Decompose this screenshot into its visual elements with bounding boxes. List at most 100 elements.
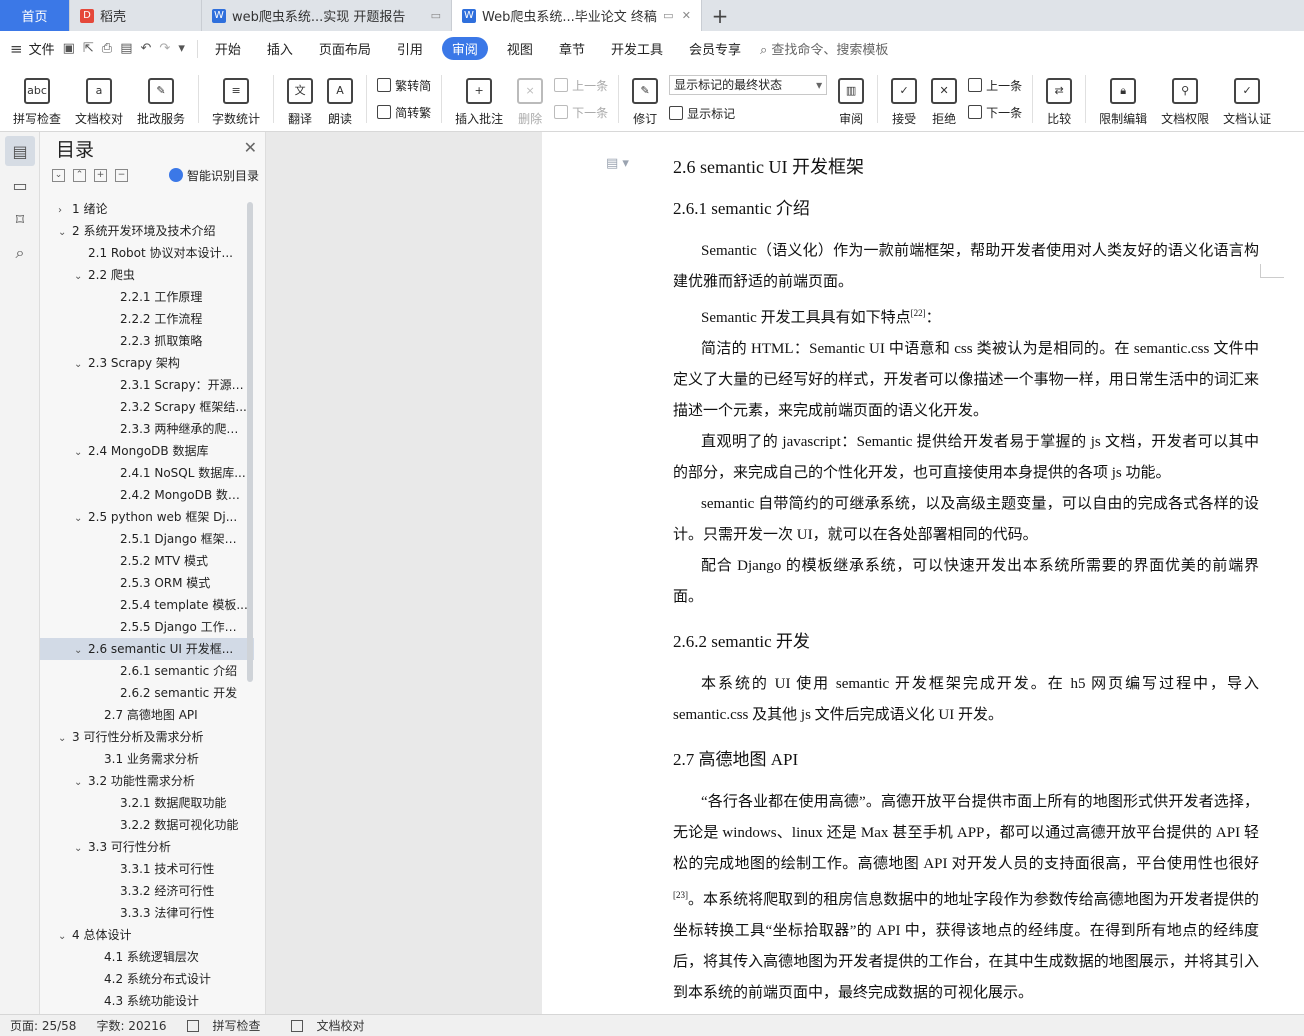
close-icon[interactable]: ✕ <box>674 9 691 22</box>
review-pane-button[interactable]: ▥ 审阅 <box>831 71 871 127</box>
insert-comment-button[interactable]: + 插入批注 <box>448 71 510 127</box>
toc-scrollbar[interactable] <box>247 202 253 682</box>
menu-references[interactable]: 引用 <box>384 39 436 58</box>
compare-button[interactable]: ⇄ 比较 <box>1039 71 1079 127</box>
prev-revision-button[interactable]: 上一条 <box>968 77 1022 94</box>
tab-home[interactable]: 首页 <box>0 0 70 31</box>
print-icon[interactable]: ⎙ <box>102 41 112 56</box>
monitor-icon[interactable]: ▭ <box>657 9 673 22</box>
page-indicator[interactable]: 页面: 25/58 <box>0 1017 86 1034</box>
toc-item[interactable]: ⌄ 2.5 python web 框架 Dj... <box>40 506 254 528</box>
menu-page-layout[interactable]: 页面布局 <box>306 39 384 58</box>
word-count[interactable]: 字数: 20216 <box>86 1017 176 1034</box>
toc-item[interactable]: 2.4.2 MongoDB 数据... <box>40 484 254 506</box>
toc-item[interactable]: ⌄ 2 系统开发环境及技术介绍 <box>40 220 254 242</box>
search-icon[interactable]: ⌕ <box>5 238 35 268</box>
translate-button[interactable]: 文翻译 <box>280 71 320 127</box>
toc-item[interactable]: 4.3 系统功能设计 <box>40 990 254 1012</box>
chevron-icon[interactable]: ⌄ <box>74 772 88 792</box>
menu-insert[interactable]: 插入 <box>254 39 306 58</box>
toc-item[interactable]: 2.5.1 Django 框架介... <box>40 528 254 550</box>
doc-check-toggle[interactable]: 文档校对 <box>281 1017 385 1034</box>
simp-to-trad-button[interactable]: 简转繁 <box>377 104 431 121</box>
toc-item[interactable]: › 1 绪论 <box>40 198 254 220</box>
toc-item[interactable]: ⌄ 3.3 可行性分析 <box>40 836 254 858</box>
menu-view[interactable]: 视图 <box>494 39 546 58</box>
toc-item[interactable]: 4.1 系统逻辑层次 <box>40 946 254 968</box>
toc-item[interactable]: 2.3.1 Scrapy：开源爬... <box>40 374 254 396</box>
remove-heading-icon[interactable]: − <box>115 168 128 182</box>
file-menu[interactable]: 文件 <box>29 39 55 58</box>
toc-item[interactable]: ⌄ 4 总体设计 <box>40 924 254 946</box>
word-count-button[interactable]: ≡ 字数统计 <box>205 71 267 127</box>
toc-item[interactable]: 4.2 系统分布式设计 <box>40 968 254 990</box>
toc-item[interactable]: 2.1 Robot 协议对本设计... <box>40 242 254 264</box>
toc-item[interactable]: 2.3.2 Scrapy 框架结... <box>40 396 254 418</box>
chevron-icon[interactable]: ⌄ <box>74 838 88 858</box>
menu-member[interactable]: 会员专享 <box>676 39 754 58</box>
toc-item[interactable]: ⌄ 3 可行性分析及需求分析 <box>40 726 254 748</box>
command-search[interactable]: ⌕ 查找命令、搜索模板 <box>760 39 888 58</box>
toc-item[interactable]: ⌄ 3.2 功能性需求分析 <box>40 770 254 792</box>
batch-service-button[interactable]: ✎ 批改服务 <box>130 71 192 127</box>
toc-item[interactable]: 2.3.3 两种继承的爬虫... <box>40 418 254 440</box>
toc-item[interactable]: 2.5.3 ORM 模式 <box>40 572 254 594</box>
menu-chapter[interactable]: 章节 <box>546 39 598 58</box>
toc-panel-icon[interactable]: ▤ <box>5 136 35 166</box>
save-icon[interactable]: ▣ <box>63 41 75 56</box>
doc-certify-button[interactable]: ✓ 文档认证 <box>1216 71 1278 127</box>
track-changes-button[interactable]: ✎ 修订 <box>625 71 665 127</box>
expand-icon[interactable]: ⌃ <box>73 168 86 182</box>
toc-item[interactable]: 2.2.1 工作原理 <box>40 286 254 308</box>
toc-item[interactable]: ⌄ 2.4 MongoDB 数据库 <box>40 440 254 462</box>
show-markup-button[interactable]: 显示标记 <box>669 105 827 122</box>
add-heading-icon[interactable]: + <box>94 168 107 182</box>
next-comment-button[interactable]: 下一条 <box>554 104 608 121</box>
trad-to-simp-button[interactable]: 繁转简 <box>377 77 431 94</box>
toc-item[interactable]: 3.2.2 数据可视化功能 <box>40 814 254 836</box>
tab-document-proposal[interactable]: W web爬虫系统...实现 开题报告 ▭ <box>202 0 452 31</box>
monitor-icon[interactable]: ▭ <box>425 9 441 22</box>
delete-comment-button[interactable]: × 删除 <box>510 71 550 127</box>
accept-button[interactable]: ✓ 接受 <box>884 71 924 127</box>
toc-item[interactable]: 3.3.3 法律可行性 <box>40 902 254 924</box>
toc-item[interactable]: 2.5.2 MTV 模式 <box>40 550 254 572</box>
export-icon[interactable]: ⇱ <box>83 41 94 56</box>
tab-daoke[interactable]: D 稻壳 <box>70 0 202 31</box>
chevron-icon[interactable]: ⌄ <box>58 926 72 946</box>
customize-icon[interactable]: ▾ <box>178 41 185 56</box>
chevron-icon[interactable]: ⌄ <box>58 222 72 242</box>
doc-permission-button[interactable]: ⚲ 文档权限 <box>1154 71 1216 127</box>
chevron-icon[interactable]: ⌄ <box>58 728 72 748</box>
menu-developer[interactable]: 开发工具 <box>598 39 676 58</box>
menu-start[interactable]: 开始 <box>202 39 254 58</box>
chevron-icon[interactable]: ⌄ <box>74 354 88 374</box>
tab-document-thesis[interactable]: W Web爬虫系统...毕业论文 终稿 ▭ ✕ <box>452 0 702 31</box>
document-icon[interactable]: ▤ ▾ <box>606 156 629 171</box>
bookmark-icon[interactable]: ⌑ <box>5 204 35 234</box>
read-aloud-button[interactable]: A 朗读 <box>320 71 360 127</box>
spell-check-button[interactable]: abc 拼写检查 <box>6 71 68 127</box>
hamburger-icon[interactable]: ≡ <box>10 40 23 58</box>
smart-toc-button[interactable]: 智能识别目录 <box>168 167 259 184</box>
toc-item[interactable]: 2.6.1 semantic 介绍 <box>40 660 254 682</box>
menu-review[interactable]: 审阅 <box>441 37 488 60</box>
toc-item[interactable]: 2.2.2 工作流程 <box>40 308 254 330</box>
toc-item[interactable]: ⌄ 2.3 Scrapy 架构 <box>40 352 254 374</box>
spell-check-toggle[interactable]: 拼写检查 <box>177 1017 281 1034</box>
undo-icon[interactable]: ↶ <box>141 41 152 56</box>
toc-item[interactable]: 3.3.1 技术可行性 <box>40 858 254 880</box>
toc-item[interactable]: 2.4.1 NoSQL 数据库... <box>40 462 254 484</box>
chevron-icon[interactable]: › <box>58 200 72 220</box>
toc-item[interactable]: 2.5.5 Django 工作机... <box>40 616 254 638</box>
toc-item[interactable]: 2.6.2 semantic 开发 <box>40 682 254 704</box>
toc-item[interactable]: 3.2.1 数据爬取功能 <box>40 792 254 814</box>
restrict-editing-button[interactable]: 🔒︎ 限制编辑 <box>1092 71 1154 127</box>
print-preview-icon[interactable]: ▤ <box>120 41 132 56</box>
markup-state-select[interactable]: 显示标记的最终状态 <box>669 75 828 95</box>
toc-item[interactable]: ⌄ 2.2 爬虫 <box>40 264 254 286</box>
toc-item[interactable]: ⌄ 2.6 semantic UI 开发框... <box>40 638 254 660</box>
chapter-nav-icon[interactable]: ▭ <box>5 170 35 200</box>
doc-check-button[interactable]: a 文档校对 <box>68 71 130 127</box>
reject-button[interactable]: ✕ 拒绝 <box>924 71 964 127</box>
